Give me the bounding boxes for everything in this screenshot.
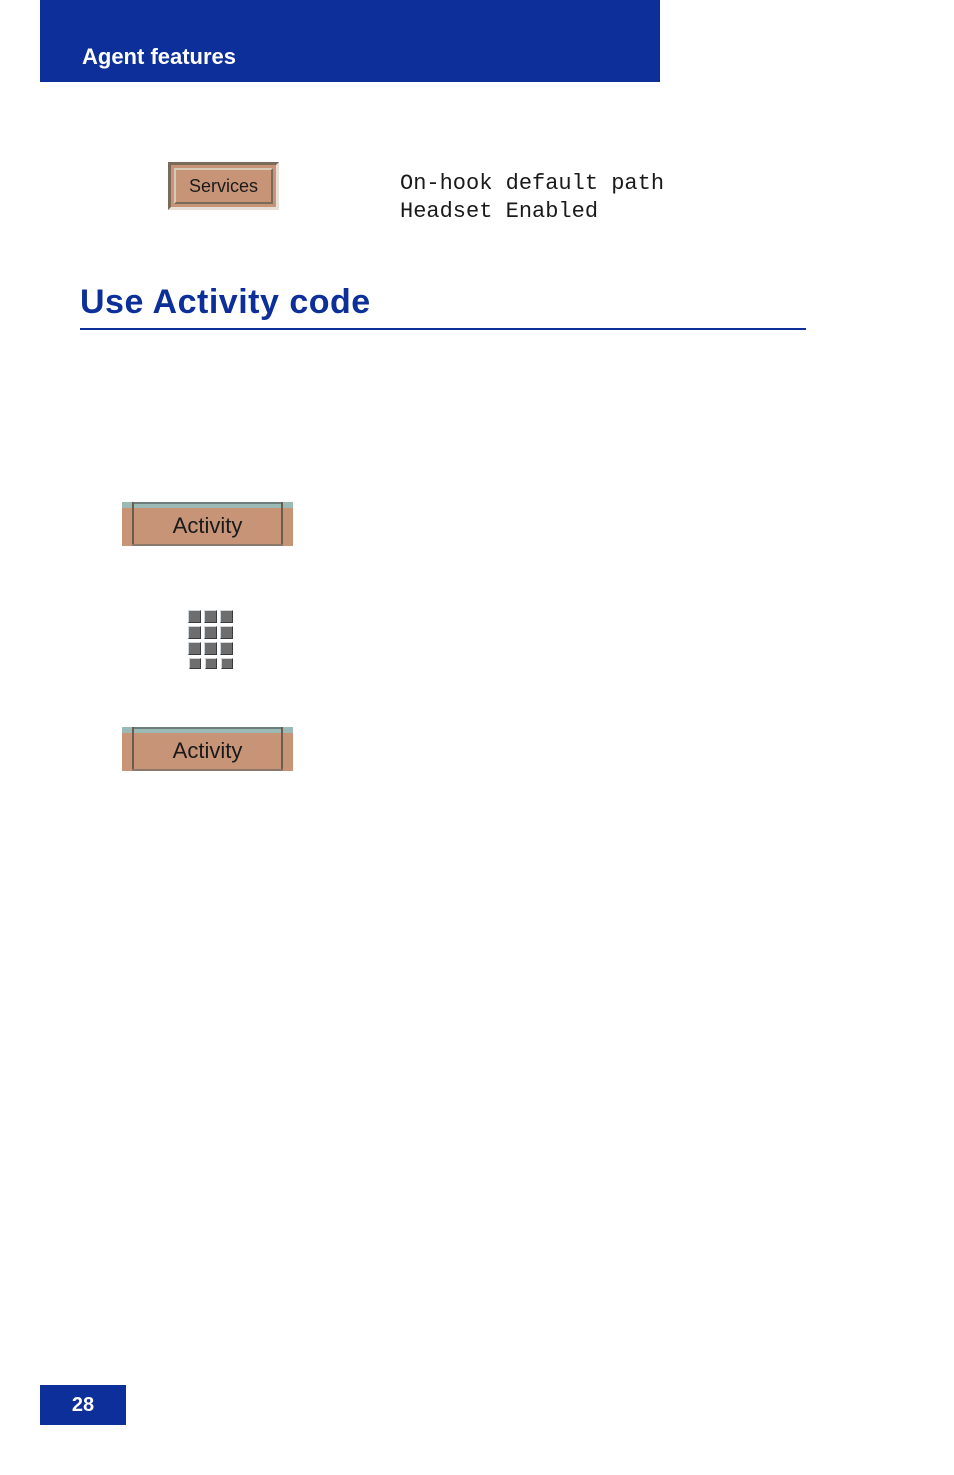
keypad-key bbox=[188, 626, 201, 639]
services-button[interactable]: Services bbox=[168, 162, 279, 210]
page-number-badge: 28 bbox=[40, 1385, 126, 1425]
activity-button-label: Activity bbox=[132, 508, 283, 546]
keypad-row bbox=[188, 626, 236, 639]
keypad-key bbox=[221, 658, 233, 669]
keypad-row bbox=[188, 642, 236, 655]
keypad-row bbox=[188, 658, 236, 669]
activity-button[interactable]: Activity bbox=[122, 502, 293, 546]
header-title: Agent features bbox=[82, 44, 236, 70]
keypad-key bbox=[204, 626, 217, 639]
display-line-2: Headset Enabled bbox=[400, 199, 598, 224]
activity-button[interactable]: Activity bbox=[122, 727, 293, 771]
keypad-key bbox=[204, 642, 217, 655]
keypad-row bbox=[188, 610, 236, 623]
header-bar: Agent features bbox=[40, 0, 660, 82]
services-button-label: Services bbox=[174, 168, 273, 204]
keypad-key bbox=[188, 610, 201, 623]
section-heading-wrap: Use Activity code bbox=[80, 283, 806, 330]
document-page: Agent features Services On-hook default … bbox=[0, 0, 954, 1475]
display-readout: On-hook default path Headset Enabled bbox=[400, 170, 664, 226]
keypad-key bbox=[220, 642, 233, 655]
section-rule bbox=[80, 328, 806, 330]
display-line-1: On-hook default path bbox=[400, 171, 664, 196]
keypad-key bbox=[205, 658, 217, 669]
keypad-key bbox=[204, 610, 217, 623]
page-number: 28 bbox=[72, 1394, 94, 1417]
keypad-icon bbox=[188, 610, 236, 672]
activity-button-label: Activity bbox=[132, 733, 283, 771]
keypad-key bbox=[220, 610, 233, 623]
keypad-key bbox=[189, 658, 201, 669]
keypad-key bbox=[188, 642, 201, 655]
section-heading: Use Activity code bbox=[80, 283, 806, 322]
keypad-key bbox=[220, 626, 233, 639]
